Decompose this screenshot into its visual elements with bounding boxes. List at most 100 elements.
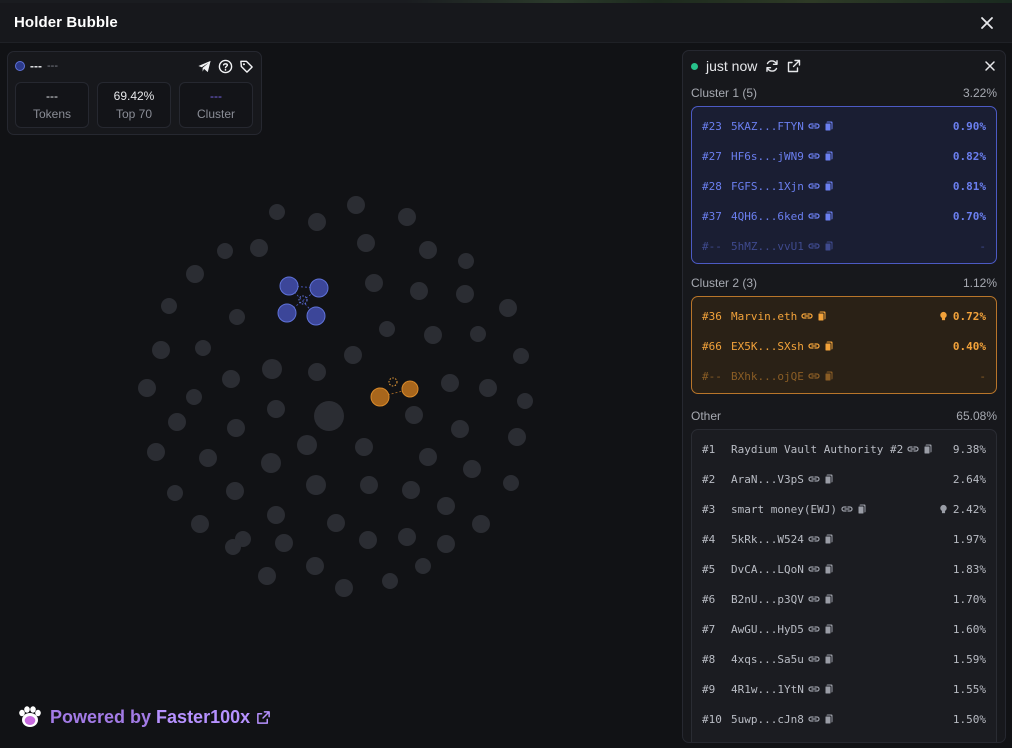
holder-bubble[interactable] bbox=[227, 419, 245, 437]
holder-row[interactable]: #1 Raydium Vault Authority #2 9.38% bbox=[692, 434, 996, 464]
holder-bubble[interactable] bbox=[424, 326, 442, 344]
holder-bubble[interactable] bbox=[161, 298, 177, 314]
copy-icon[interactable] bbox=[823, 180, 835, 192]
link-icon[interactable] bbox=[808, 533, 820, 545]
copy-icon[interactable] bbox=[823, 340, 835, 352]
holder-bubble[interactable] bbox=[152, 341, 170, 359]
holder-row[interactable]: #28 FGFS...1Xjn 0.81% bbox=[692, 171, 996, 201]
holder-row[interactable]: #66 EX5K...SXsh 0.40% bbox=[692, 331, 996, 361]
holder-bubble[interactable] bbox=[308, 213, 326, 231]
holder-bubble[interactable] bbox=[398, 208, 416, 226]
holder-bubble[interactable] bbox=[359, 531, 377, 549]
holder-row[interactable]: #8 4xqs...Sa5u 1.59% bbox=[692, 644, 996, 674]
holder-bubble[interactable] bbox=[415, 558, 431, 574]
holder-bubble[interactable] bbox=[472, 515, 490, 533]
link-icon[interactable] bbox=[808, 623, 820, 635]
holder-bubble[interactable] bbox=[191, 515, 209, 533]
copy-icon[interactable] bbox=[823, 240, 835, 252]
holder-bubble[interactable] bbox=[379, 321, 395, 337]
holder-row[interactable]: #2 AraN...V3pS 2.64% bbox=[692, 464, 996, 494]
holder-bubble[interactable] bbox=[229, 309, 245, 325]
link-icon[interactable] bbox=[801, 310, 813, 322]
holder-bubble[interactable] bbox=[186, 265, 204, 283]
holder-bubble[interactable] bbox=[513, 348, 529, 364]
holder-bubble[interactable] bbox=[261, 453, 281, 473]
cluster-bubble[interactable] bbox=[279, 276, 299, 296]
holder-row[interactable]: #4 5kRk...W524 1.97% bbox=[692, 524, 996, 554]
holder-row[interactable]: #3 smart money(EWJ) 2.42% bbox=[692, 494, 996, 524]
holder-bubble[interactable] bbox=[451, 420, 469, 438]
holder-row[interactable]: #23 5KAZ...FTYN 0.90% bbox=[692, 111, 996, 141]
cluster-bubble[interactable] bbox=[370, 387, 390, 407]
link-icon[interactable] bbox=[808, 713, 820, 725]
cluster-bubble[interactable] bbox=[309, 278, 329, 298]
link-icon[interactable] bbox=[808, 563, 820, 575]
holder-row[interactable]: #9 4R1w...1YtN 1.55% bbox=[692, 674, 996, 704]
holder-row[interactable]: #27 HF6s...jWN9 0.82% bbox=[692, 141, 996, 171]
copy-icon[interactable] bbox=[856, 503, 868, 515]
holder-bubble[interactable] bbox=[186, 389, 202, 405]
copy-icon[interactable] bbox=[922, 443, 934, 455]
holder-bubble[interactable] bbox=[456, 285, 474, 303]
holder-bubble[interactable] bbox=[458, 253, 474, 269]
holder-row[interactable]: #7 AwGU...HyD5 1.60% bbox=[692, 614, 996, 644]
holder-bubble[interactable] bbox=[410, 282, 428, 300]
holder-bubble[interactable] bbox=[503, 475, 519, 491]
holder-bubble[interactable] bbox=[508, 428, 526, 446]
cluster-1-group[interactable] bbox=[277, 276, 329, 326]
copy-icon[interactable] bbox=[823, 683, 835, 695]
copy-icon[interactable] bbox=[823, 713, 835, 725]
copy-icon[interactable] bbox=[823, 563, 835, 575]
copy-icon[interactable] bbox=[823, 623, 835, 635]
holder-row[interactable]: #-- 5hMZ...vvU1 - bbox=[692, 231, 996, 261]
link-icon[interactable] bbox=[808, 473, 820, 485]
holder-bubble[interactable] bbox=[275, 534, 293, 552]
copy-icon[interactable] bbox=[816, 310, 828, 322]
link-icon[interactable] bbox=[907, 443, 919, 455]
link-icon[interactable] bbox=[808, 120, 820, 132]
holder-bubble[interactable] bbox=[470, 326, 486, 342]
close-panel-icon[interactable] bbox=[983, 59, 997, 73]
holder-bubble[interactable] bbox=[382, 573, 398, 589]
holder-row[interactable]: #5 DvCA...LQoN 1.83% bbox=[692, 554, 996, 584]
close-modal-button[interactable] bbox=[976, 12, 998, 34]
copy-icon[interactable] bbox=[823, 533, 835, 545]
holder-bubble[interactable] bbox=[250, 239, 268, 257]
copy-icon[interactable] bbox=[823, 120, 835, 132]
link-icon[interactable] bbox=[808, 653, 820, 665]
link-icon[interactable] bbox=[808, 593, 820, 605]
holder-bubble[interactable] bbox=[269, 204, 285, 220]
holder-bubble[interactable] bbox=[437, 497, 455, 515]
link-icon[interactable] bbox=[808, 210, 820, 222]
link-icon[interactable] bbox=[808, 340, 820, 352]
cluster-2-group[interactable] bbox=[370, 377, 419, 407]
holder-row[interactable]: #37 4QH6...6ked 0.70% bbox=[692, 201, 996, 231]
holder-bubble[interactable] bbox=[167, 485, 183, 501]
holder-bubble[interactable] bbox=[463, 460, 481, 478]
holder-bubble[interactable] bbox=[405, 406, 423, 424]
holder-bubble[interactable] bbox=[217, 243, 233, 259]
holder-bubble[interactable] bbox=[226, 482, 244, 500]
holder-bubble[interactable] bbox=[262, 359, 282, 379]
holder-row[interactable]: #10 5uwp...cJn8 1.50% bbox=[692, 704, 996, 734]
holder-bubble[interactable] bbox=[308, 363, 326, 381]
holder-bubble[interactable] bbox=[347, 196, 365, 214]
holder-bubble[interactable] bbox=[327, 514, 345, 532]
link-icon[interactable] bbox=[808, 683, 820, 695]
holder-bubble[interactable] bbox=[138, 379, 156, 397]
link-icon[interactable] bbox=[808, 180, 820, 192]
holder-bubble[interactable] bbox=[360, 476, 378, 494]
holder-bubble[interactable] bbox=[419, 448, 437, 466]
holder-bubble[interactable] bbox=[437, 535, 455, 553]
copy-icon[interactable] bbox=[823, 150, 835, 162]
holder-bubble[interactable] bbox=[479, 379, 497, 397]
holder-row[interactable]: #36 Marvin.eth 0.72% bbox=[692, 301, 996, 331]
link-icon[interactable] bbox=[841, 503, 853, 515]
link-icon[interactable] bbox=[808, 370, 820, 382]
holder-bubble[interactable] bbox=[398, 528, 416, 546]
link-icon[interactable] bbox=[808, 150, 820, 162]
holder-bubble[interactable] bbox=[365, 274, 383, 292]
cluster-bubble[interactable] bbox=[401, 380, 419, 398]
refresh-icon[interactable] bbox=[765, 59, 779, 73]
powered-by-link[interactable]: Powered by Faster100x bbox=[16, 703, 271, 731]
